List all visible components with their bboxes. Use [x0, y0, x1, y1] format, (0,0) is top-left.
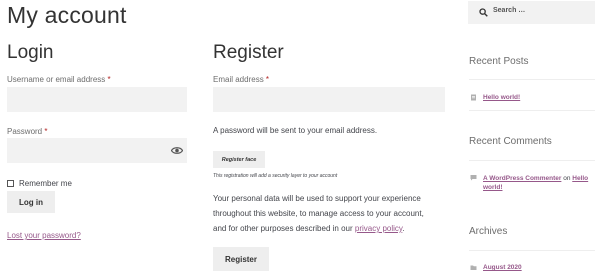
remember-me-checkbox[interactable]: [7, 180, 14, 187]
password-label-text: Password: [7, 127, 43, 136]
comment-on-text: on: [563, 175, 571, 182]
search-placeholder: Search …: [493, 7, 526, 14]
username-input[interactable]: [7, 87, 187, 112]
password-notice: A password will be sent to your email ad…: [213, 126, 378, 135]
folder-icon: [470, 265, 477, 270]
username-label-text: Username or email address: [7, 75, 106, 84]
lost-password-link[interactable]: Lost your password?: [7, 231, 81, 240]
recent-comments-title: Recent Comments: [469, 136, 552, 147]
security-note: This registration will add a security la…: [213, 173, 338, 179]
register-title: Register: [213, 42, 284, 63]
privacy-policy-link[interactable]: privacy policy: [355, 224, 402, 233]
email-input[interactable]: [213, 87, 445, 112]
email-label-text: Email address: [213, 75, 264, 84]
archive-link[interactable]: August 2020: [483, 264, 522, 271]
username-label: Username or email address *: [7, 75, 111, 84]
comment-icon: [470, 175, 477, 181]
privacy-text: Your personal data will be used to suppo…: [213, 191, 453, 236]
recent-posts-title: Recent Posts: [469, 56, 529, 67]
document-icon: [471, 94, 476, 101]
recent-post-link[interactable]: Hello world!: [483, 94, 520, 101]
register-face-button[interactable]: Register face: [213, 151, 265, 168]
login-button[interactable]: Log in: [7, 191, 55, 213]
privacy-line-3: and for other purposes described in our …: [213, 221, 453, 236]
comment-author-link[interactable]: A WordPress Commenter: [483, 175, 561, 182]
eye-icon[interactable]: [171, 146, 183, 155]
archives-title: Archives: [469, 226, 508, 237]
required-mark: *: [44, 127, 48, 136]
password-label: Password *: [7, 127, 47, 136]
privacy-line-2: throughout this website, to manage acces…: [213, 209, 424, 218]
divider: [469, 250, 595, 251]
required-mark: *: [107, 75, 111, 84]
divider: [469, 160, 595, 161]
page-title: My account: [7, 2, 127, 28]
divider: [469, 79, 595, 80]
divider: [469, 110, 595, 111]
login-title: Login: [7, 42, 54, 63]
comment-post-link[interactable]: Hello: [572, 175, 588, 182]
email-label: Email address *: [213, 75, 269, 84]
privacy-line-3-suffix: .: [402, 224, 405, 233]
password-input[interactable]: [7, 138, 187, 163]
comment-post-link-cont[interactable]: world!: [483, 184, 503, 191]
required-mark: *: [265, 75, 270, 84]
remember-me-label: Remember me: [19, 179, 72, 188]
recent-comment: A WordPress Commenter on Hello world!: [483, 174, 595, 192]
privacy-line-3-prefix: and for other purposes described in our: [213, 224, 355, 233]
search-icon: [479, 8, 488, 17]
register-button[interactable]: Register: [213, 247, 269, 271]
privacy-line-1: Your personal data will be used to suppo…: [213, 194, 421, 203]
